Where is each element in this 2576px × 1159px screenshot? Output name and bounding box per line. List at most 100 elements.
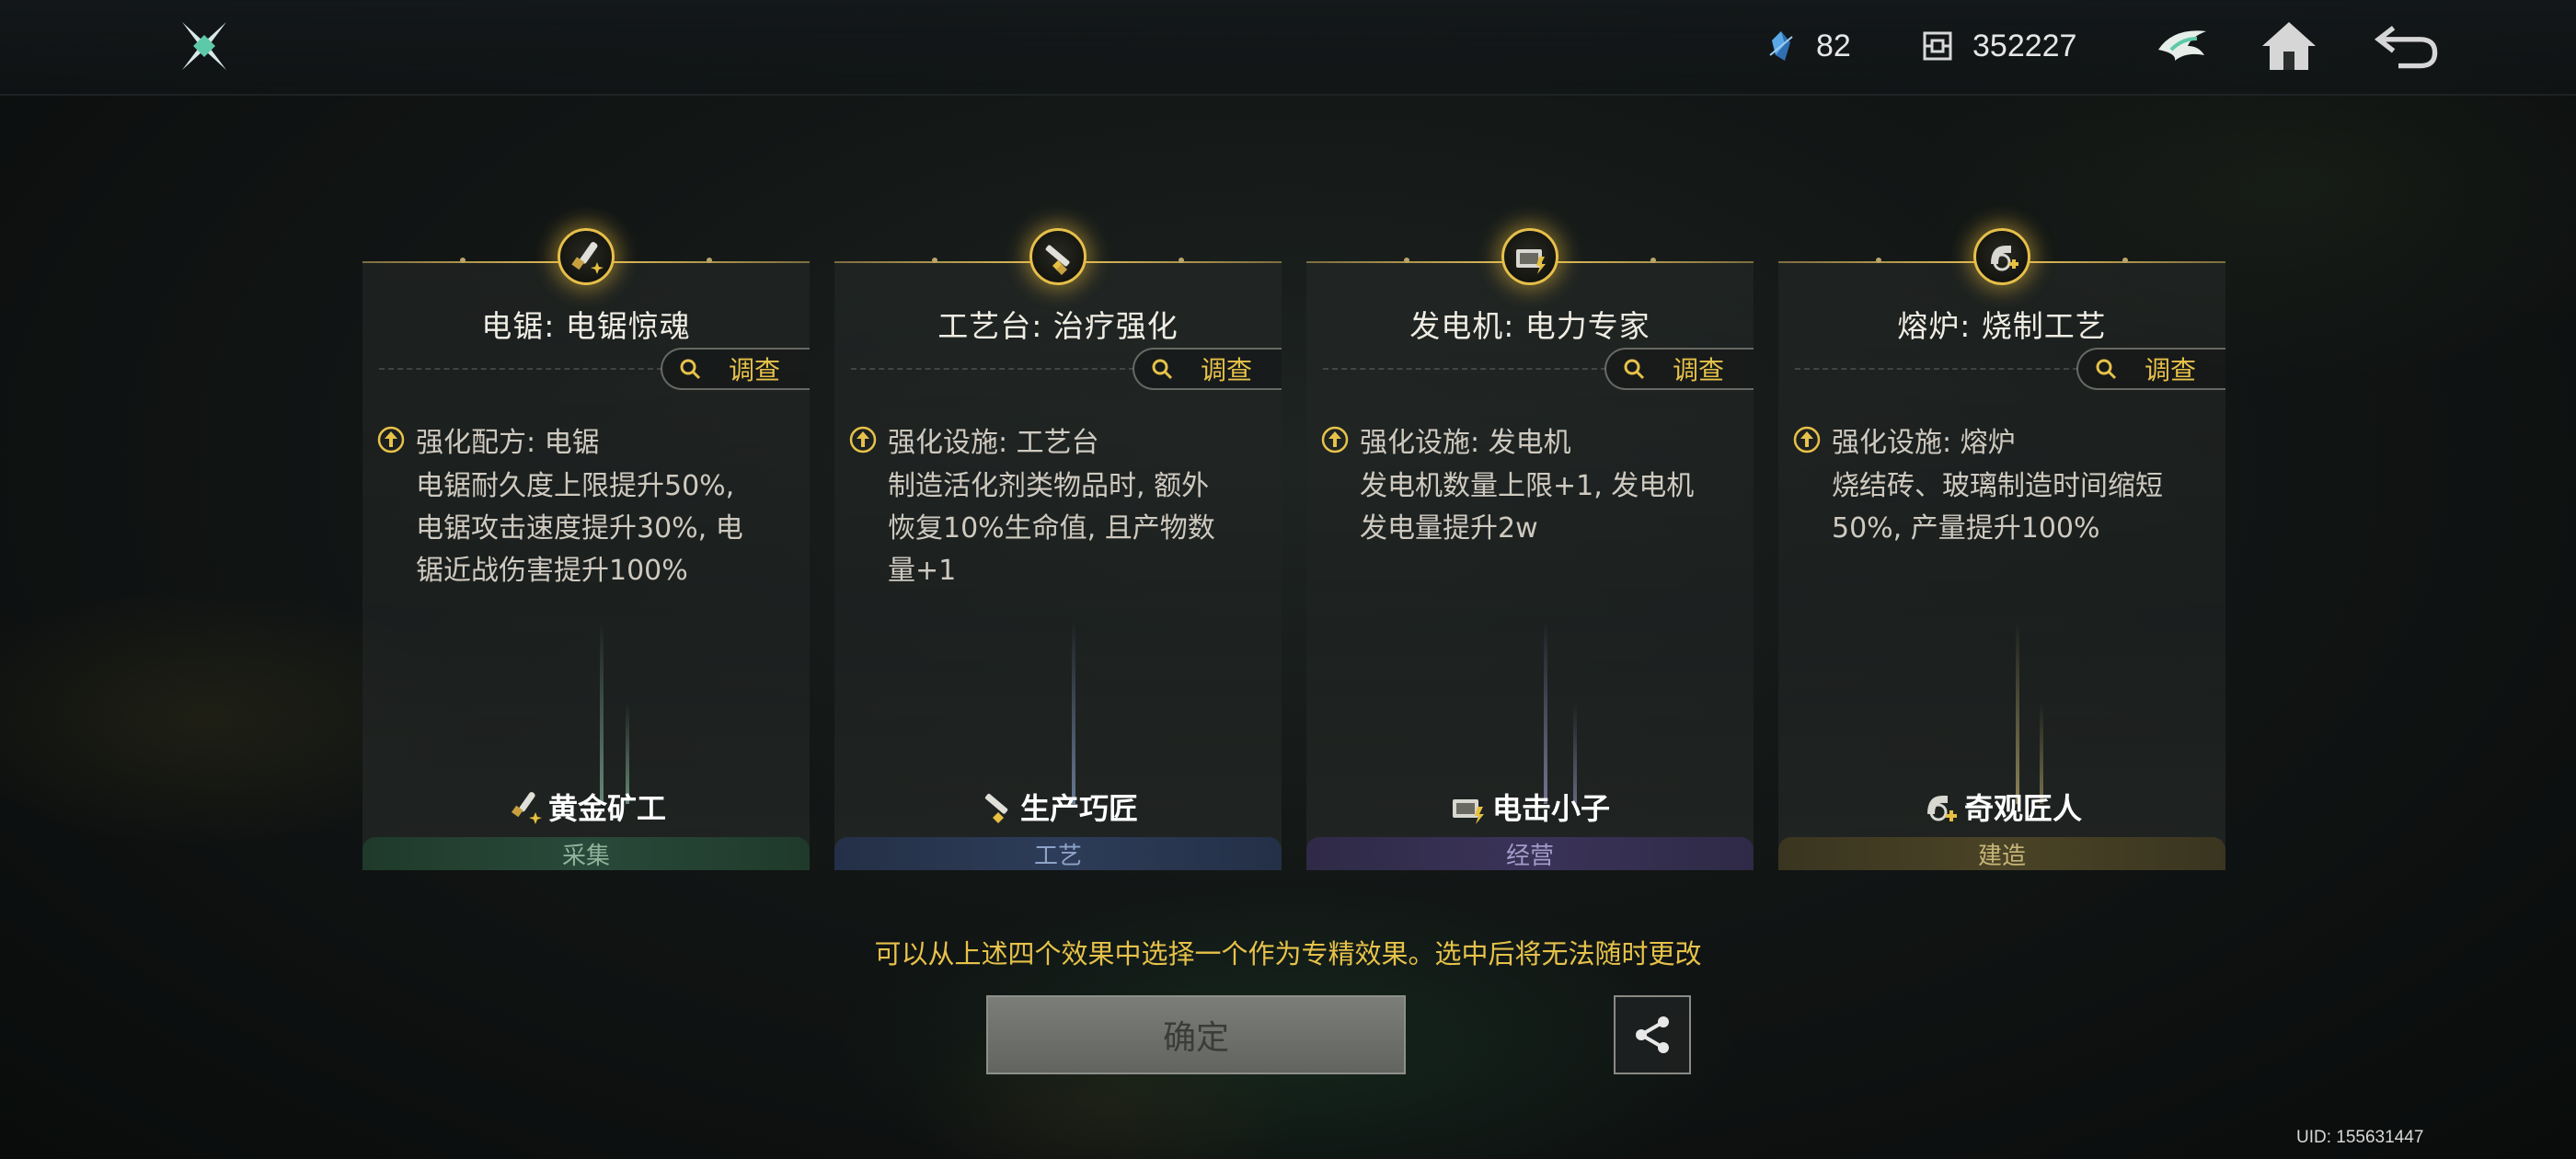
card-medal	[558, 228, 615, 285]
investigate-label: 调查	[1201, 355, 1253, 385]
effect-card-workbench[interactable]: 工艺台: 治疗强化 调查 强化设施: 工艺台 制造活化剂类物品时, 额外 恢复1…	[834, 228, 1282, 870]
back-button[interactable]	[2374, 13, 2440, 79]
investigate-button[interactable]: 调查	[2076, 348, 2225, 390]
category-bar: 采集	[362, 837, 810, 870]
user-id: UID: 155631447	[2296, 1128, 2424, 1147]
effect-description: 强化设施: 发电机 发电机数量上限+1, 发电机 发电量提升2w	[1321, 419, 1730, 550]
card-dot	[1650, 258, 1656, 263]
search-icon	[1152, 359, 1173, 380]
title-badge: 奇观匠人	[1778, 786, 2225, 828]
tools-badge-icon	[984, 793, 1008, 823]
game-logo-icon	[182, 22, 226, 70]
home-icon	[2262, 22, 2316, 70]
search-icon	[1624, 359, 1645, 380]
category-bar: 工艺	[834, 837, 1282, 870]
confirm-button[interactable]: 确定	[986, 995, 1406, 1074]
effect-card-furnace[interactable]: 熔炉: 烧制工艺 调查 强化设施: 熔炉 烧结砖、玻璃制造时间缩短 50%, 产…	[1778, 228, 2225, 870]
card-title: 工艺台: 治疗强化	[937, 308, 1179, 344]
effect-description: 强化设施: 熔炉 烧结砖、玻璃制造时间缩短 50%, 产量提升100%	[1793, 419, 2202, 550]
investigate-button[interactable]: 调查	[1604, 348, 1754, 390]
card-dot	[932, 258, 937, 263]
effect-line: 烧结砖、玻璃制造时间缩短	[1832, 470, 2163, 502]
category-bar: 建造	[1778, 837, 2225, 870]
effect-line: 发电量提升2w	[1360, 512, 1538, 545]
generator-icon	[1516, 249, 1546, 274]
badge-label: 奇观匠人	[1963, 791, 2082, 826]
light-beam	[2016, 620, 2019, 804]
card-divider	[379, 368, 662, 370]
upgrade-arrow-icon	[377, 426, 405, 453]
generator-badge-icon	[1452, 799, 1484, 824]
card-title: 发电机: 电力专家	[1409, 308, 1650, 344]
card-dot	[1404, 258, 1409, 263]
effect-head: 强化设施: 工艺台	[888, 427, 1099, 459]
energy-value: 82	[1816, 28, 1851, 63]
back-arrow-icon	[2375, 26, 2438, 69]
effect-head: 强化设施: 发电机	[1360, 427, 1571, 459]
card-dot	[1876, 258, 1881, 263]
effect-line: 电锯耐久度上限提升50%,	[416, 470, 735, 502]
category-bar: 经营	[1306, 837, 1754, 870]
card-divider	[1323, 368, 1606, 370]
card-divider	[1795, 368, 2078, 370]
investigate-button[interactable]: 调查	[661, 348, 810, 390]
title-badge: 生产巧匠	[834, 786, 1282, 828]
effect-line: 量+1	[888, 555, 957, 587]
card-divider	[851, 368, 1134, 370]
effect-line: 锯近战伤害提升100%	[416, 555, 688, 587]
coin-counter: 352227	[1919, 20, 2076, 72]
energy-crystal-icon	[1769, 31, 1793, 61]
upgrade-arrow-icon	[1321, 426, 1349, 453]
share-icon	[1636, 1016, 1669, 1053]
chainsaw-icon	[571, 242, 604, 274]
investigate-label: 调查	[2145, 355, 2197, 385]
effect-head: 强化设施: 熔炉	[1832, 427, 2016, 459]
title-badge: 黄金矿工	[362, 786, 810, 828]
tools-icon	[1045, 245, 1070, 275]
card-dot	[707, 258, 712, 263]
effect-card-chainsaw[interactable]: 电锯: 电锯惊魂 调查 强化配方: 电锯 电锯耐久度上限提升50%, 电锯攻击速…	[362, 228, 810, 870]
light-beam	[1072, 620, 1075, 804]
search-icon	[680, 359, 701, 380]
card-dot	[1179, 258, 1184, 263]
home-button[interactable]	[2256, 13, 2322, 79]
upgrade-arrow-icon	[849, 426, 877, 453]
effect-line: 电锯攻击速度提升30%, 电	[416, 512, 743, 545]
faction-emblem-icon	[2158, 30, 2206, 61]
faction-button[interactable]	[2149, 13, 2215, 79]
investigate-label: 调查	[729, 355, 781, 385]
energy-counter: 82	[1763, 20, 1851, 72]
share-button[interactable]	[1614, 995, 1691, 1074]
search-icon	[2096, 359, 2117, 380]
top-bar: 82 352227	[0, 0, 2576, 96]
effect-head: 强化配方: 电锯	[416, 427, 600, 459]
coin-icon	[1923, 31, 1952, 61]
effect-description: 强化配方: 电锯 电锯耐久度上限提升50%, 电锯攻击速度提升30%, 电 锯近…	[377, 419, 786, 592]
card-title: 电锯: 电锯惊魂	[481, 308, 691, 344]
light-beam	[1544, 620, 1547, 804]
badge-label: 黄金矿工	[547, 791, 666, 826]
card-medal	[1501, 228, 1558, 285]
badge-label: 生产巧匠	[1019, 791, 1138, 826]
effect-line: 50%, 产量提升100%	[1832, 512, 2100, 545]
effect-description: 强化设施: 工艺台 制造活化剂类物品时, 额外 恢复10%生命值, 且产物数 量…	[849, 419, 1258, 592]
furnace-icon	[1991, 246, 2018, 271]
upgrade-arrow-icon	[1793, 426, 1821, 453]
investigate-label: 调查	[1673, 355, 1725, 385]
card-medal	[1029, 228, 1087, 285]
coin-value: 352227	[1972, 28, 2077, 63]
card-dot	[2122, 258, 2128, 263]
card-medal	[1973, 228, 2030, 285]
light-beam	[600, 620, 604, 804]
effect-card-generator[interactable]: 发电机: 电力专家 调查 强化设施: 发电机 发电机数量上限+1, 发电机 发电…	[1306, 228, 1754, 870]
effect-line: 制造活化剂类物品时, 额外	[888, 470, 1210, 502]
effect-line: 恢复10%生命值, 且产物数	[888, 512, 1215, 545]
effect-line: 发电机数量上限+1, 发电机	[1360, 470, 1695, 502]
card-title: 熔炉: 烧制工艺	[1897, 308, 2107, 344]
investigate-button[interactable]: 调查	[1133, 348, 1282, 390]
chainsaw-badge-icon	[511, 792, 542, 824]
card-dot	[460, 258, 466, 263]
furnace-badge-icon	[1926, 796, 1957, 821]
title-badge: 电击小子	[1306, 786, 1754, 828]
badge-label: 电击小子	[1491, 791, 1610, 826]
